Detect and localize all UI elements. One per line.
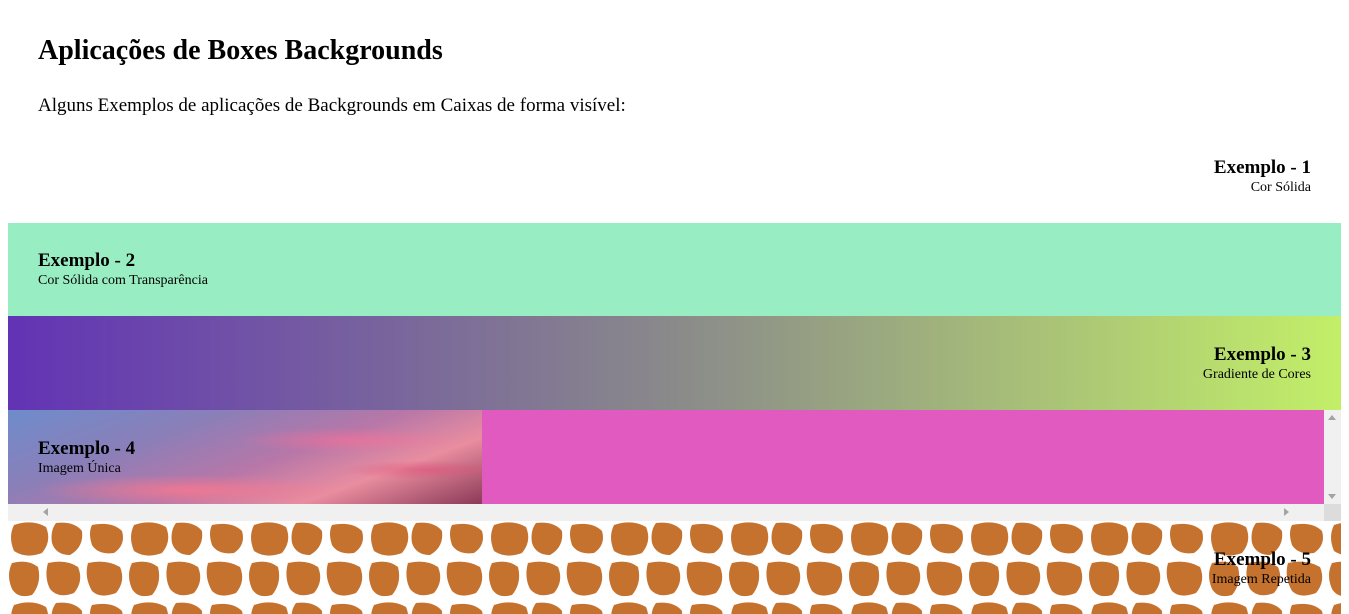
scroll-down-arrow-icon[interactable] <box>1328 494 1336 499</box>
example-title: Exemplo - 1 <box>1213 157 1311 178</box>
example-box-3: Exemplo - 3 Gradiente de Cores <box>8 316 1341 410</box>
page-title: Aplicações de Boxes Backgrounds <box>38 35 443 66</box>
scrollbar-corner <box>1324 504 1341 521</box>
example-subtitle: Imagem Única <box>38 461 121 476</box>
example-subtitle: Cor Sólida <box>1250 180 1311 195</box>
example-subtitle: Imagem Repetida <box>1211 572 1311 587</box>
example-subtitle: Cor Sólida com Transparência <box>38 273 208 288</box>
vertical-scrollbar[interactable] <box>1324 410 1341 504</box>
intro-text: Alguns Exemplos de aplicações de Backgro… <box>38 95 626 116</box>
scroll-up-arrow-icon[interactable] <box>1328 415 1336 420</box>
example-title: Exemplo - 3 <box>1213 344 1311 365</box>
example-box-1: Exemplo - 1 Cor Sólida <box>8 130 1341 223</box>
scroll-right-arrow-icon[interactable] <box>1284 508 1319 516</box>
example-title: Exemplo - 5 <box>1213 549 1311 570</box>
example-box-2: Exemplo - 2 Cor Sólida com Transparência <box>8 223 1341 316</box>
example-title: Exemplo - 4 <box>38 438 136 459</box>
scroll-viewport: Exemplo - 4 Imagem Única <box>8 410 1324 504</box>
scroll-left-arrow-icon[interactable] <box>13 508 48 516</box>
example-box-4[interactable]: Exemplo - 4 Imagem Única <box>8 410 1341 521</box>
horizontal-scrollbar[interactable] <box>8 504 1324 521</box>
example-title: Exemplo - 2 <box>38 250 136 271</box>
example-box-5: Exemplo - 5 Imagem Repetida <box>8 521 1341 614</box>
example-subtitle: Gradiente de Cores <box>1202 367 1311 382</box>
